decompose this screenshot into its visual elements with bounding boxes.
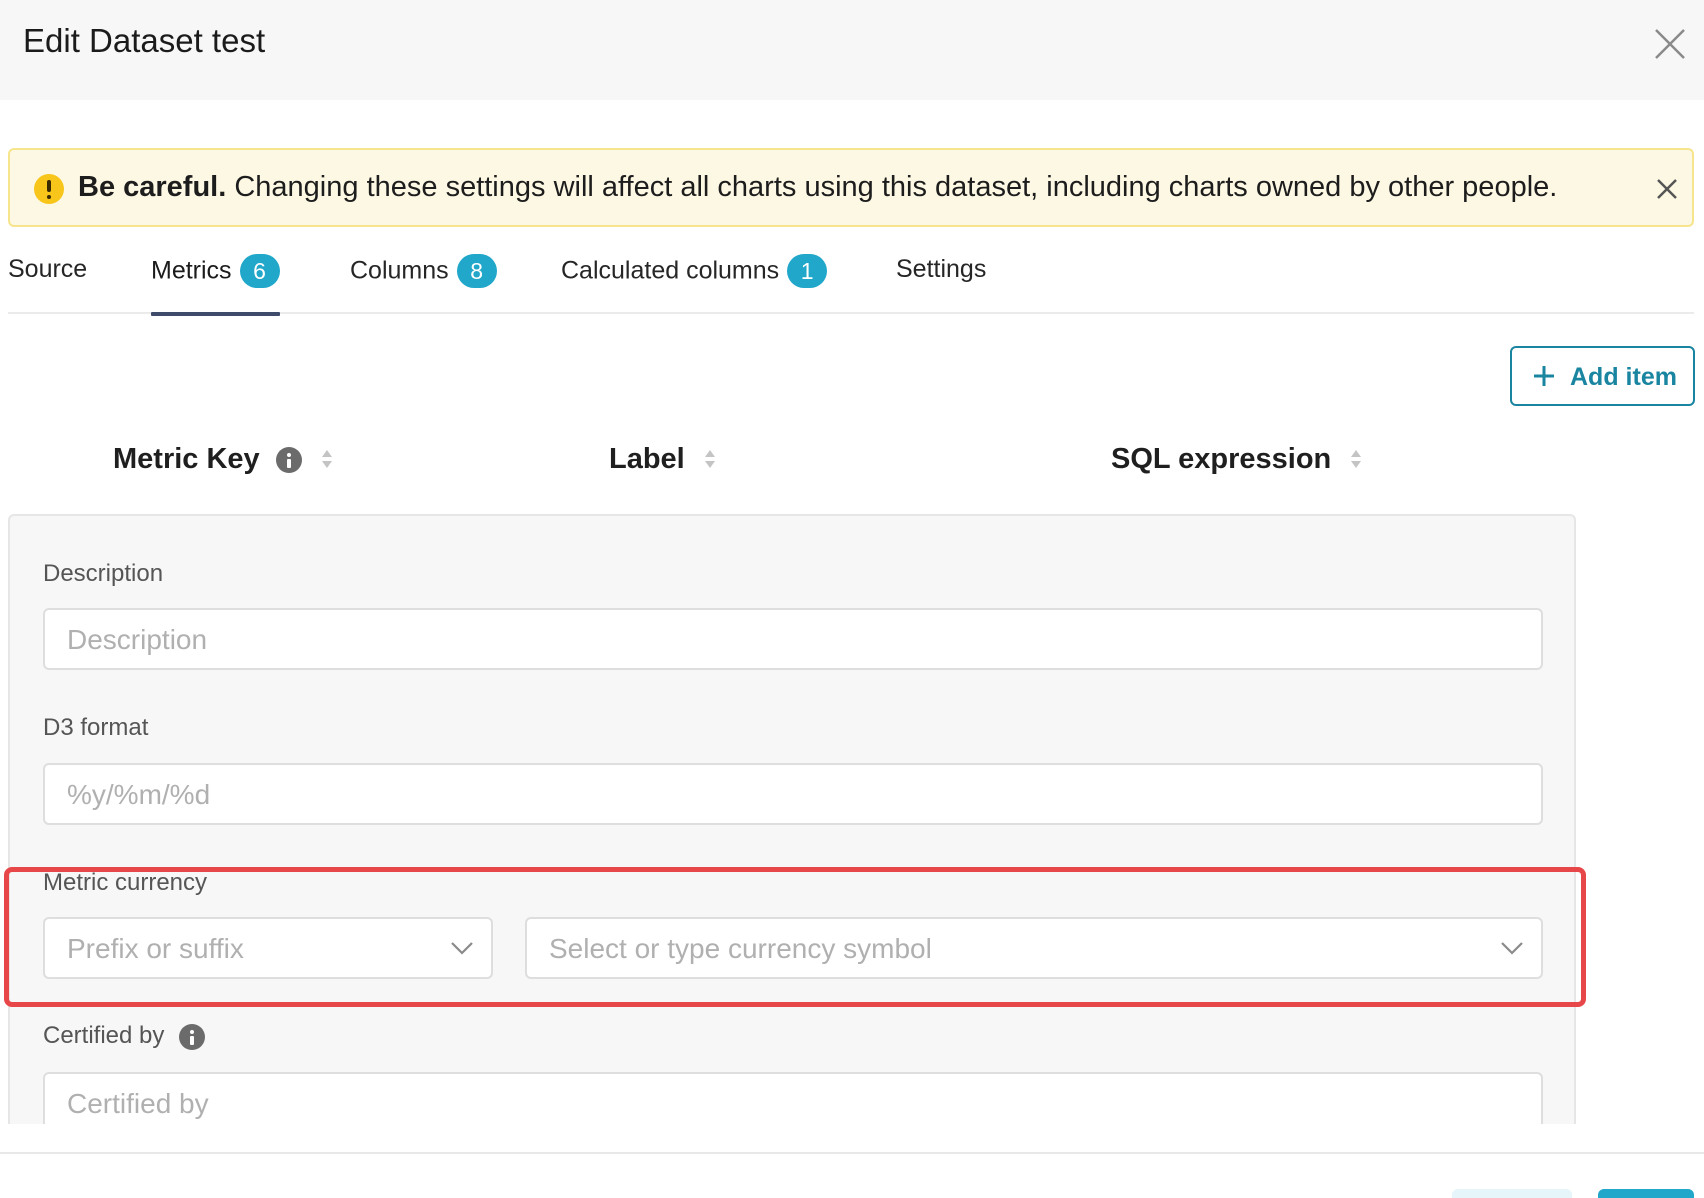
- tab-calculated-columns[interactable]: Calculated columns 1: [561, 254, 828, 312]
- save-button[interactable]: [1598, 1189, 1694, 1198]
- modal-footer: [0, 1152, 1704, 1198]
- currency-position-placeholder: Prefix or suffix: [67, 933, 244, 964]
- d3-format-placeholder: %y/%m/%d: [67, 779, 211, 810]
- certified-by-input[interactable]: Certified by: [43, 1072, 1543, 1124]
- cancel-button[interactable]: [1452, 1189, 1572, 1198]
- chevron-down-icon: [1501, 942, 1523, 955]
- sort-icon[interactable]: [320, 449, 334, 471]
- close-icon[interactable]: [1652, 26, 1688, 62]
- close-icon[interactable]: [1654, 176, 1680, 202]
- column-header-label: SQL expression: [1111, 443, 1332, 475]
- tab-metrics[interactable]: Metrics 6: [151, 254, 280, 316]
- certified-by-label: Certified by: [43, 1022, 206, 1050]
- tab-label: Columns: [350, 256, 449, 285]
- tab-settings[interactable]: Settings: [896, 254, 986, 312]
- tab-label: Source: [8, 254, 88, 283]
- tab-label: Metrics: [151, 256, 232, 285]
- d3-format-label: D3 format: [43, 714, 149, 741]
- count-badge: 6: [239, 254, 280, 288]
- column-header-label: Metric Key: [113, 443, 260, 475]
- currency-symbol-select[interactable]: Select or type currency symbol: [525, 917, 1543, 979]
- add-item-label: Add item: [1570, 363, 1677, 391]
- warning-icon: [34, 174, 64, 204]
- tab-bar: Source Metrics 6 Columns 8 Calculated colu…: [8, 250, 1694, 316]
- metric-detail-panel: Description Description D3 format %y/%m/…: [8, 514, 1576, 1124]
- info-icon[interactable]: [275, 447, 302, 474]
- tab-source[interactable]: Source: [8, 254, 87, 312]
- alert-body-text: Changing these settings will affect all …: [226, 171, 1558, 203]
- modal-title: Edit Dataset test: [23, 22, 266, 59]
- chevron-down-icon: [451, 942, 473, 955]
- sort-icon[interactable]: [1349, 449, 1363, 471]
- plus-icon: [1534, 366, 1554, 386]
- currency-position-select[interactable]: Prefix or suffix: [43, 917, 493, 979]
- modal-header: Edit Dataset test: [0, 0, 1704, 100]
- tab-label: Calculated columns: [561, 256, 780, 285]
- description-label: Description: [43, 560, 164, 587]
- alert-strong-text: Be careful.: [78, 171, 227, 203]
- warning-alert: Be careful. Changing these settings will…: [8, 148, 1694, 227]
- count-badge: 1: [787, 254, 828, 288]
- tab-columns[interactable]: Columns 8: [350, 254, 497, 312]
- count-badge: 8: [456, 254, 497, 288]
- info-icon[interactable]: [179, 1023, 206, 1050]
- description-input[interactable]: Description: [43, 608, 1543, 670]
- column-header-sql-expression[interactable]: SQL expression: [1111, 443, 1363, 476]
- sort-icon[interactable]: [703, 449, 717, 471]
- column-header-label: Label: [609, 443, 685, 475]
- certified-by-label-text: Certified by: [43, 1022, 165, 1049]
- currency-symbol-placeholder: Select or type currency symbol: [549, 933, 932, 964]
- column-header-label[interactable]: Label: [609, 443, 717, 476]
- d3-format-input[interactable]: %y/%m/%d: [43, 763, 1543, 825]
- metric-currency-label: Metric currency: [43, 869, 208, 896]
- edit-dataset-modal: Edit Dataset test Be careful. Changing t…: [0, 0, 1704, 1198]
- column-header-metric-key[interactable]: Metric Key: [113, 443, 334, 476]
- certified-by-placeholder: Certified by: [67, 1088, 209, 1119]
- description-placeholder: Description: [67, 624, 208, 655]
- add-item-button[interactable]: Add item: [1510, 346, 1695, 406]
- alert-message: Be careful. Changing these settings will…: [78, 171, 1557, 204]
- tab-label: Settings: [896, 254, 987, 283]
